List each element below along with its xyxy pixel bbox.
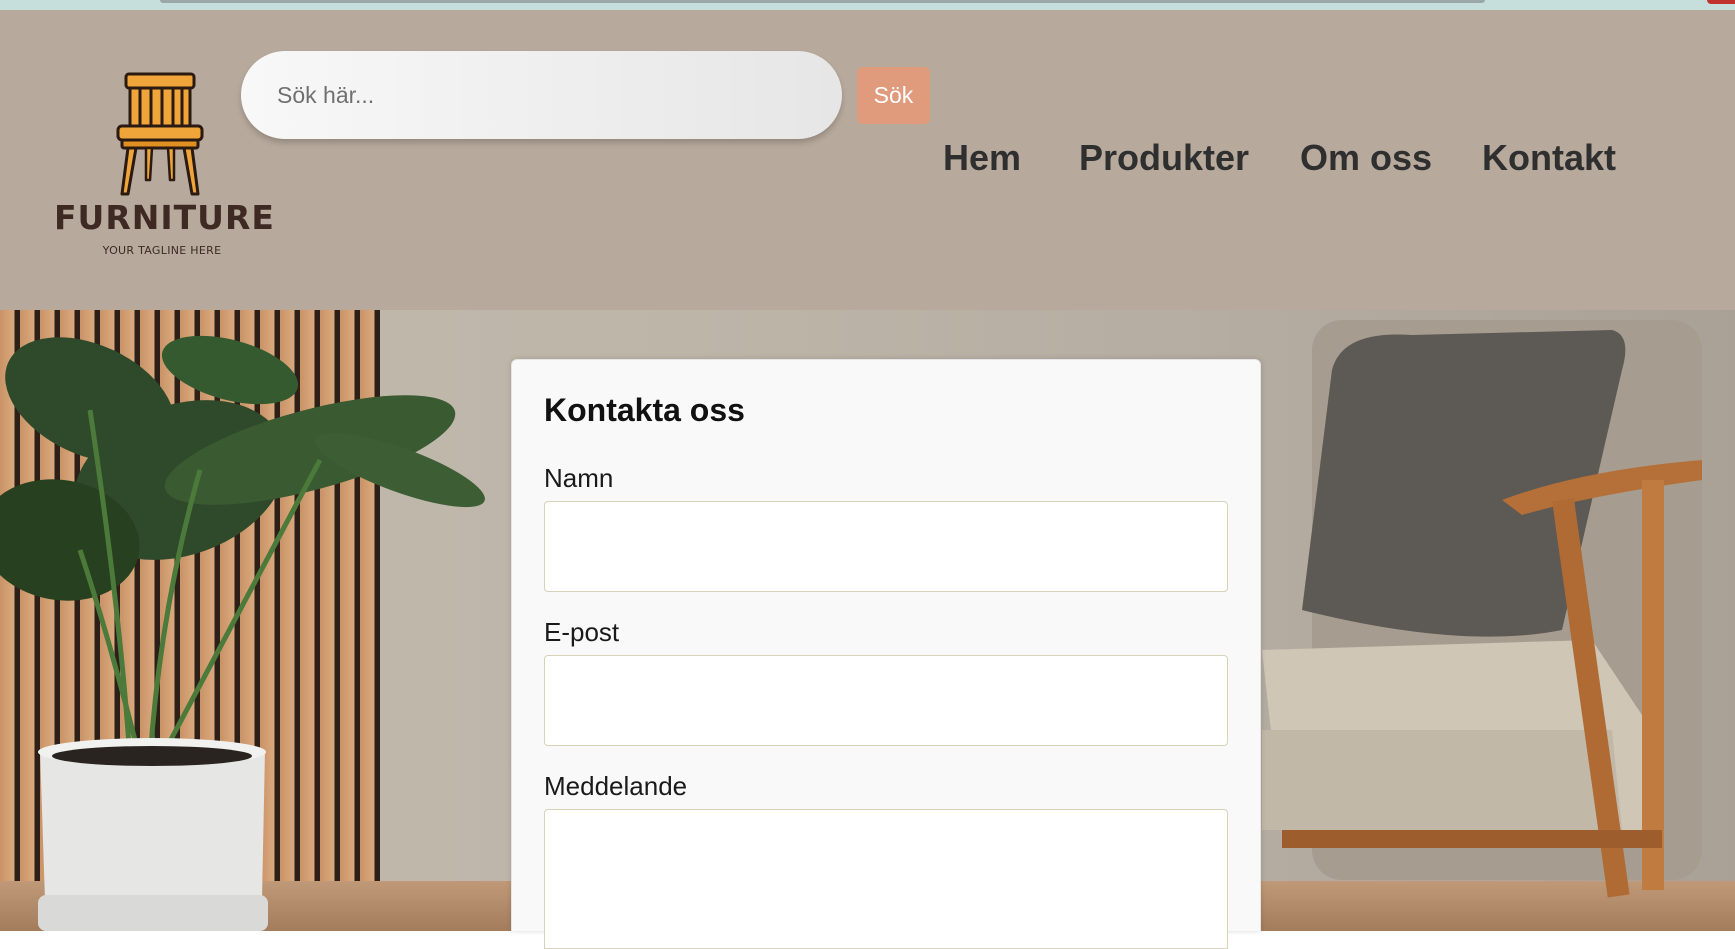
brand-name: FURNITURE bbox=[54, 198, 275, 237]
plant-image bbox=[0, 335, 485, 931]
contact-form-title: Kontakta oss bbox=[544, 392, 745, 428]
nav-item-kontakt[interactable]: Kontakt bbox=[1482, 137, 1616, 179]
nav-item-produkter[interactable]: Produkter bbox=[1079, 137, 1249, 179]
site-header: FURNITURE YOUR TAGLINE HERE Sök Hem Prod… bbox=[0, 10, 1735, 310]
chair-icon bbox=[116, 72, 204, 196]
brand-tagline: YOUR TAGLINE HERE bbox=[102, 244, 222, 257]
armchair-image bbox=[1262, 320, 1702, 898]
email-field[interactable] bbox=[544, 655, 1228, 746]
corner-indicator bbox=[1707, 0, 1735, 4]
name-label: Namn bbox=[544, 463, 614, 493]
contact-form-card: Kontakta oss Namn E-post Meddelande bbox=[511, 359, 1261, 949]
nav-item-om-oss[interactable]: Om oss bbox=[1300, 137, 1432, 179]
browser-top-strip bbox=[0, 0, 1735, 10]
search-input[interactable] bbox=[241, 51, 842, 139]
horizontal-scrollbar[interactable] bbox=[160, 0, 1485, 3]
name-field[interactable] bbox=[544, 501, 1228, 592]
search-button[interactable]: Sök bbox=[857, 67, 930, 124]
email-label: E-post bbox=[544, 617, 620, 647]
message-field[interactable] bbox=[544, 809, 1228, 949]
nav-item-hem[interactable]: Hem bbox=[943, 137, 1021, 179]
message-label: Meddelande bbox=[544, 771, 688, 801]
